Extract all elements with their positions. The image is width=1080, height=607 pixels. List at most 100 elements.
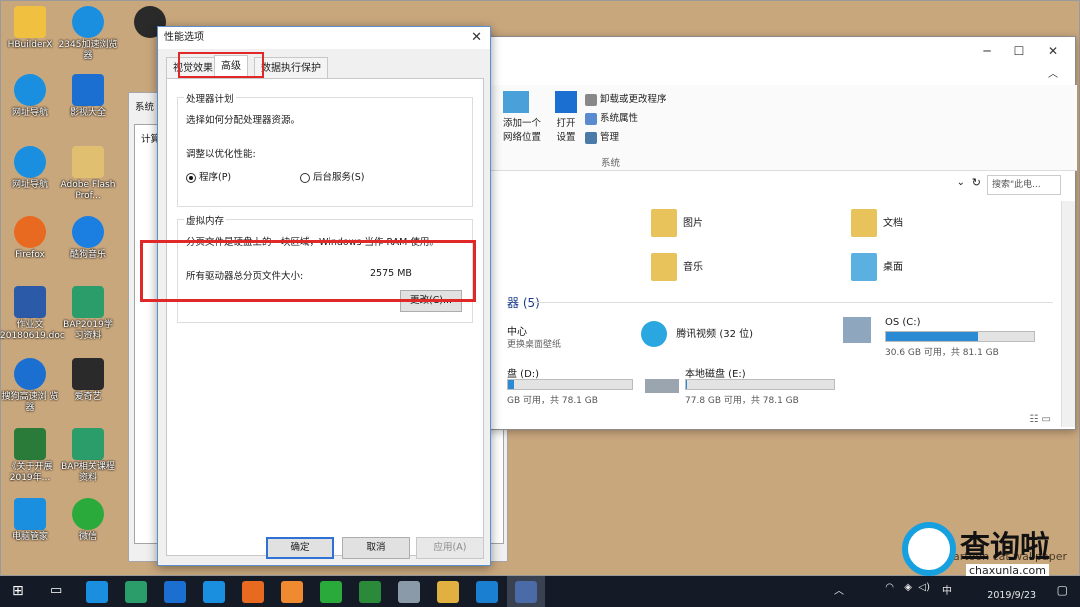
bg-window-title: 系统 (135, 102, 155, 113)
desktop-icon-label: BAP相关课程 资料 (61, 462, 115, 483)
folder-icon (72, 146, 104, 178)
desktop-icon-pc-manager[interactable]: 电脑管家 (0, 498, 60, 543)
shield-icon[interactable]: ◈ (904, 582, 912, 593)
ime-indicator[interactable]: 中 (942, 582, 952, 597)
radio-selected-icon (186, 172, 196, 183)
tab-data-execution-prevention[interactable]: 数据执行保护 (254, 57, 328, 79)
desktop-icon-label: Firefox (15, 250, 45, 260)
ok-button[interactable]: 确定 (266, 537, 334, 559)
desktop-icon-bap-study[interactable]: BAP2019学 习资料 (58, 286, 118, 342)
speaker-icon[interactable]: ◁) (918, 582, 930, 593)
explorer-scrollbar[interactable] (1061, 201, 1075, 427)
hard-drive-icon (645, 379, 679, 393)
hbuilderx-icon (14, 6, 46, 38)
radio-services-label: 后台服务(S) (313, 172, 365, 183)
chevron-up-icon[interactable]: ︿ (1039, 65, 1067, 85)
refresh-icon[interactable]: ↻ (972, 176, 981, 189)
desktop-icon-iqiyi[interactable]: 爱奇艺 (58, 358, 118, 403)
taskbar-app-icon[interactable] (359, 581, 381, 603)
system-properties-button[interactable]: 系统属性 (585, 110, 638, 125)
taskbar: ⊞ ▭ ︿ ◠ ◈ ◁) 中 2019/9/23 ▢ (0, 576, 1080, 607)
explorer-titlebar: ─ ☐ ✕ (481, 37, 1075, 65)
maximize-icon[interactable]: ☐ (1005, 41, 1033, 61)
desktop-icon-bap-course[interactable]: BAP相关课程 资料 (58, 428, 118, 484)
tencent-video-label: 腾讯视频 (32 位) (676, 329, 754, 340)
uninstall-programs-button[interactable]: 卸载或更改程序 (585, 91, 667, 106)
desktop-icon-video[interactable]: 影视大全 (58, 74, 118, 119)
taskbar-app-icon[interactable] (320, 581, 342, 603)
folder-music[interactable]: 音乐 (651, 253, 703, 281)
task-view-icon[interactable]: ▭ (50, 583, 62, 598)
drive-d-usage-fill (508, 380, 515, 389)
folder-icon (651, 253, 677, 281)
desktop-icon-label: 电脑管家 (11, 532, 48, 542)
folder-desktop[interactable]: 桌面 (851, 253, 903, 281)
iqiyi-icon (72, 358, 104, 390)
desktop-icon-hbuilderx[interactable]: HBuilderX (0, 6, 60, 51)
desktop-icon-sogou[interactable]: 搜狗高速浏 览器 (0, 358, 60, 414)
taskbar-app-icon[interactable] (86, 581, 108, 603)
close-icon[interactable]: ✕ (1039, 41, 1067, 61)
desktop-icon-doc[interactable]: 作业文 20180619.doc (0, 286, 65, 342)
gear-icon (555, 91, 577, 113)
file-explorer-window[interactable]: ─ ☐ ✕ ︿ 添加一个 网络位置 打开 设置 卸载或更改程序 系统属性 管理 … (480, 36, 1077, 430)
taskbar-app-icon[interactable] (515, 581, 537, 603)
chevron-down-icon[interactable]: ⌄ (957, 177, 965, 188)
desktop-icon-nav-2[interactable]: 网址导航 (0, 146, 60, 191)
system-properties-label: 系统属性 (600, 113, 639, 124)
taskbar-app-icon[interactable] (203, 581, 225, 603)
radio-programs[interactable]: 程序(P) (186, 169, 231, 183)
wechat-icon (72, 498, 104, 530)
taskbar-app-icon[interactable] (125, 581, 147, 603)
desktop-icon-firefox[interactable]: Firefox (0, 216, 60, 261)
desktop-icon-nav-1[interactable]: 网址导航 (0, 74, 60, 119)
folder-documents[interactable]: 文档 (851, 209, 903, 237)
windows-start-icon[interactable]: ⊞ (12, 583, 24, 599)
chevron-up-icon[interactable]: ︿ (834, 582, 844, 597)
open-label-1: 打开 (556, 118, 576, 129)
manage-button[interactable]: 管理 (585, 129, 619, 144)
apply-button[interactable]: 应用(A) (416, 537, 484, 559)
folder-pictures[interactable]: 图片 (651, 209, 703, 237)
cancel-button[interactable]: 取消 (342, 537, 410, 559)
view-toggle-icon[interactable]: ☷ ▭ (1029, 414, 1051, 425)
drive-e-usage-fill (686, 380, 687, 389)
video-app-icon (72, 74, 104, 106)
desktop-icon-2345-browser[interactable]: 2345加速浏览器 (58, 6, 118, 62)
manage-label: 管理 (600, 132, 620, 143)
watermark-logo-mark (902, 522, 956, 576)
desktop-icon-adobe-flash[interactable]: Adobe Flash Prof... (58, 146, 118, 202)
desktop-icon-label: Adobe Flash Prof... (60, 180, 116, 201)
drive-e-usage-bar (685, 379, 835, 390)
desktop-icon-label: 《关于开展 2019年... (7, 462, 53, 483)
taskbar-app-icon[interactable] (242, 581, 264, 603)
search-input[interactable]: 搜索"此电... (987, 175, 1061, 195)
drive-c[interactable]: OS (C:) 30.6 GB 可用，共 81.1 GB (843, 317, 1035, 358)
taskbar-date[interactable]: 2019/9/23 (987, 590, 1036, 601)
desktop-icon-wechat[interactable]: 微信 (58, 498, 118, 543)
address-bar[interactable]: ⌄ ↻ 搜索"此电... (481, 173, 1077, 197)
optimize-performance-label: 调整以优化性能: (186, 149, 256, 160)
taskbar-app-icon[interactable] (476, 581, 498, 603)
taskbar-app-icon[interactable] (437, 581, 459, 603)
open-settings-button[interactable]: 打开 设置 (555, 91, 577, 143)
taskbar-app-icon[interactable] (164, 581, 186, 603)
network-icon[interactable]: ◠ (885, 582, 894, 593)
explorer-content: 图片 文档 音乐 桌面 器 (5) 中心 更换桌面壁纸 腾讯视频 (32 位) … (481, 201, 1059, 427)
minimize-icon[interactable]: ─ (973, 41, 1001, 61)
dialog-titlebar: 性能选项 ✕ (158, 27, 490, 49)
taskbar-app-icon[interactable] (398, 581, 420, 603)
desktop-icon-archive[interactable]: 《关于开展 2019年... (0, 428, 60, 484)
close-icon[interactable]: ✕ (471, 27, 482, 49)
media-center-item-label-1[interactable]: 中心 (507, 323, 527, 338)
desktop-icon-kugou[interactable]: 酷狗音乐 (58, 216, 118, 261)
desktop-icon-label: 2345加速浏览器 (58, 40, 118, 61)
add-network-location-button[interactable]: 添加一个 网络位置 (503, 91, 541, 143)
taskbar-app-icon[interactable] (281, 581, 303, 603)
radio-background-services[interactable]: 后台服务(S) (300, 169, 364, 183)
firefox-icon (14, 216, 46, 248)
word-doc-icon (14, 286, 46, 318)
desktop-icon-label: HBuilderX (7, 40, 53, 50)
tencent-video-item[interactable]: 腾讯视频 (32 位) (641, 321, 753, 347)
notification-icon[interactable]: ▢ (1057, 583, 1068, 597)
